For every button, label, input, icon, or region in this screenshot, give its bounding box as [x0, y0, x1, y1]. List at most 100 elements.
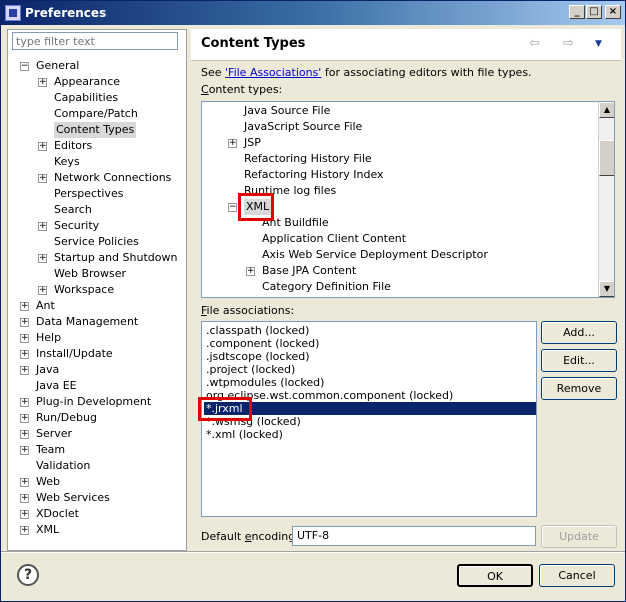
expand-icon[interactable]: +	[20, 302, 29, 311]
tree-item[interactable]: + Startup and Shutdown	[8, 250, 184, 266]
expand-icon[interactable]: +	[20, 446, 29, 455]
tree-item[interactable]: + Web	[8, 474, 184, 490]
content-type-item[interactable]: Java Source File	[202, 103, 598, 119]
collapse-icon[interactable]: −	[20, 62, 29, 71]
tree-item[interactable]: Capabilities	[8, 90, 184, 106]
expand-icon[interactable]: +	[20, 526, 29, 535]
content-type-item[interactable]: + Base JPA Content	[202, 263, 598, 279]
tree-item-label: Validation	[36, 459, 91, 472]
expand-icon[interactable]: +	[38, 78, 47, 87]
tree-item[interactable]: + Run/Debug	[8, 410, 184, 426]
content-types-scrollbar[interactable]: ▲ ▼	[598, 102, 614, 297]
expand-icon[interactable]: +	[38, 174, 47, 183]
tree-item[interactable]: + XML	[8, 522, 184, 538]
maximize-button[interactable]: □	[586, 5, 602, 19]
tree-item-label: Content Types	[54, 122, 137, 138]
remove-button[interactable]: Remove	[541, 377, 617, 400]
expand-icon[interactable]: +	[20, 414, 29, 423]
update-button[interactable]: Update	[541, 525, 617, 548]
expand-icon[interactable]: +	[20, 478, 29, 487]
tree-item[interactable]: Service Policies	[8, 234, 184, 250]
tree-item[interactable]: Compare/Patch	[8, 106, 184, 122]
content-type-item[interactable]: Refactoring History File	[202, 151, 598, 167]
file-association-item[interactable]: .classpath (locked)	[206, 324, 309, 337]
scroll-up-arrow-icon[interactable]: ▲	[599, 102, 614, 118]
content-type-item[interactable]: + JSP	[202, 135, 598, 151]
expand-icon[interactable]: +	[20, 398, 29, 407]
expand-icon[interactable]: +	[20, 350, 29, 359]
preferences-tree-panel: −General + Appearance Capabilities Compare/P…	[7, 29, 187, 551]
expand-icon[interactable]: +	[246, 267, 255, 276]
close-button[interactable]: ×	[605, 5, 621, 19]
tree-item-label: Java EE	[36, 379, 77, 392]
back-arrow-icon[interactable]: ⇦	[529, 36, 540, 51]
add-button[interactable]: Add...	[541, 321, 617, 344]
tree-item[interactable]: Content Types	[8, 122, 184, 138]
expand-icon[interactable]: +	[20, 366, 29, 375]
file-association-item[interactable]: *.xml (locked)	[206, 428, 283, 441]
expand-icon[interactable]: +	[38, 222, 47, 231]
expand-icon[interactable]: +	[20, 334, 29, 343]
file-association-item[interactable]: .wtpmodules (locked)	[206, 376, 324, 389]
edit-button[interactable]: Edit...	[541, 349, 617, 372]
help-icon[interactable]: ?	[17, 564, 39, 586]
tree-item[interactable]: + Ant	[8, 298, 184, 314]
collapse-icon[interactable]: −	[228, 203, 237, 212]
tree-item[interactable]: Java EE	[8, 378, 184, 394]
tree-item[interactable]: Search	[8, 202, 184, 218]
tree-item[interactable]: + Team	[8, 442, 184, 458]
tree-item[interactable]: Web Browser	[8, 266, 184, 282]
tree-item-label: Editors	[54, 139, 93, 152]
tree-item[interactable]: + Help	[8, 330, 184, 346]
tree-item[interactable]: + Server	[8, 426, 184, 442]
content-type-item[interactable]: Refactoring History Index	[202, 167, 598, 183]
tree-item[interactable]: + Workspace	[8, 282, 184, 298]
tree-item[interactable]: Validation	[8, 458, 184, 474]
expand-icon[interactable]: +	[20, 430, 29, 439]
scroll-thumb[interactable]	[599, 140, 614, 176]
expand-icon[interactable]: +	[38, 286, 47, 295]
tree-item[interactable]: + Java	[8, 362, 184, 378]
tree-item[interactable]: + Security	[8, 218, 184, 234]
tree-item[interactable]: Perspectives	[8, 186, 184, 202]
tree-item-label: Appearance	[54, 75, 121, 88]
tree-item-label: Install/Update	[36, 347, 113, 360]
content-types-label: Content types:	[201, 83, 282, 96]
cancel-button[interactable]: Cancel	[539, 564, 615, 587]
ok-button[interactable]: OK	[457, 564, 533, 587]
tree-item[interactable]: + Appearance	[8, 74, 184, 90]
file-associations-link[interactable]: 'File Associations'	[225, 66, 321, 79]
filter-input[interactable]	[12, 32, 178, 50]
content-type-item[interactable]: Application Client Content	[202, 231, 598, 247]
expand-icon[interactable]: +	[38, 254, 47, 263]
content-type-item[interactable]: Category Definition File	[202, 279, 598, 295]
expand-icon[interactable]: +	[228, 139, 237, 148]
view-menu-icon[interactable]: ▼	[595, 39, 602, 49]
file-association-item[interactable]: .component (locked)	[206, 337, 319, 350]
tree-item[interactable]: + Plug-in Development	[8, 394, 184, 410]
tree-item[interactable]: Keys	[8, 154, 184, 170]
file-association-item[interactable]: .jsdtscope (locked)	[206, 350, 309, 363]
tree-item[interactable]: + Data Management	[8, 314, 184, 330]
default-encoding-input[interactable]: UTF-8	[292, 526, 536, 546]
tree-item[interactable]: + Network Connections	[8, 170, 184, 186]
tree-item-label: XDoclet	[36, 507, 79, 520]
tree-item[interactable]: + Web Services	[8, 490, 184, 506]
content-types-page: Content Types ⇦ ⇨ ▼ See 'File Associatio…	[191, 29, 621, 551]
tree-item[interactable]: − General	[8, 58, 184, 74]
minimize-button[interactable]: _	[569, 5, 585, 19]
footer-divider-highlight	[1, 552, 625, 553]
expand-icon[interactable]: +	[20, 494, 29, 503]
tree-item[interactable]: + Install/Update	[8, 346, 184, 362]
expand-icon[interactable]: +	[38, 142, 47, 151]
forward-arrow-icon[interactable]: ⇨	[563, 36, 574, 51]
tree-item[interactable]: + XDoclet	[8, 506, 184, 522]
scroll-down-arrow-icon[interactable]: ▼	[599, 281, 614, 297]
content-type-item[interactable]: Axis Web Service Deployment Descriptor	[202, 247, 598, 263]
tree-item[interactable]: + Editors	[8, 138, 184, 154]
content-type-item[interactable]: JavaScript Source File	[202, 119, 598, 135]
selected-row-highlight	[204, 402, 536, 415]
expand-icon[interactable]: +	[20, 318, 29, 327]
file-association-item[interactable]: .project (locked)	[206, 363, 295, 376]
expand-icon[interactable]: +	[20, 510, 29, 519]
